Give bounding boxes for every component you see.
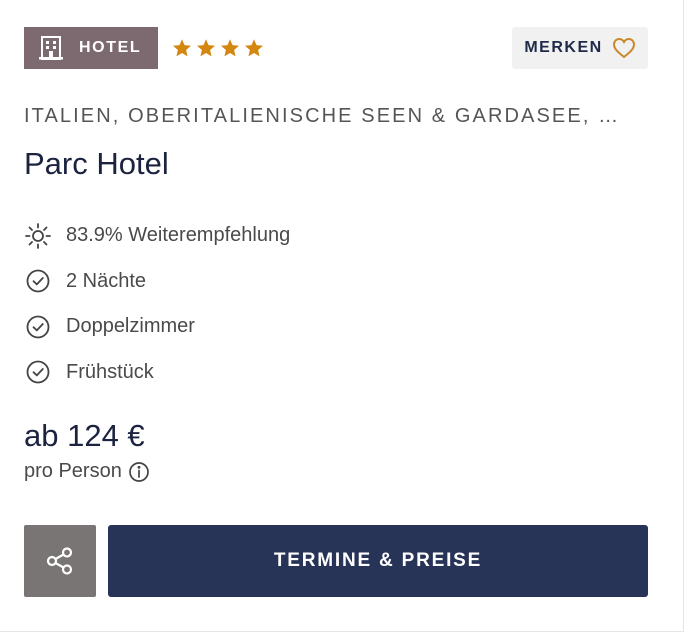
price-unit-label: pro Person: [24, 460, 122, 482]
hotel-offer-card: HOTEL MERKEN ITALIEN, OBERITALIENISCHE S…: [0, 0, 684, 632]
sun-icon: [24, 222, 52, 250]
feature-recommendation: 83.9% Weiterempfehlung: [24, 213, 290, 259]
star-rating: [172, 38, 264, 58]
feature-text: Doppelzimmer: [66, 315, 195, 338]
info-icon[interactable]: [128, 461, 150, 483]
type-badge-label: HOTEL: [79, 39, 142, 56]
dates-prices-button[interactable]: TERMINE & PREISE: [108, 525, 648, 597]
star-icon: [173, 39, 191, 57]
hotel-name: Parc Hotel: [24, 146, 169, 181]
star-icon: [221, 39, 239, 57]
star-icon: [245, 39, 263, 57]
check-circle-icon: [24, 267, 52, 295]
feature-board: Frühstück: [24, 350, 290, 396]
feature-text: 83.9% Weiterempfehlung: [66, 224, 291, 247]
check-circle-icon: [24, 313, 52, 341]
dates-prices-label: TERMINE & PREISE: [273, 550, 483, 571]
share-icon: [46, 547, 73, 575]
feature-list: 83.9% Weiterempfehlung 2 Nächte Doppelzi…: [24, 213, 290, 395]
share-button[interactable]: [24, 525, 96, 597]
heart-outline-icon: [612, 37, 635, 59]
star-icon: [197, 39, 215, 57]
feature-text: Frühstück: [66, 360, 154, 383]
location-breadcrumb: ITALIEN, OBERITALIENISCHE SEEN & GARDASE…: [24, 105, 621, 127]
check-circle-icon: [24, 358, 52, 386]
feature-text: 2 Nächte: [66, 269, 147, 292]
feature-nights: 2 Nächte: [24, 259, 290, 305]
hotel-building-icon: [39, 36, 63, 60]
feature-room: Doppelzimmer: [24, 304, 290, 350]
price-unit: pro Person: [24, 460, 150, 483]
price: ab 124 €: [24, 418, 145, 453]
type-badge: HOTEL: [24, 27, 158, 69]
bookmark-button[interactable]: MERKEN: [512, 27, 648, 69]
bookmark-label: MERKEN: [524, 39, 603, 56]
